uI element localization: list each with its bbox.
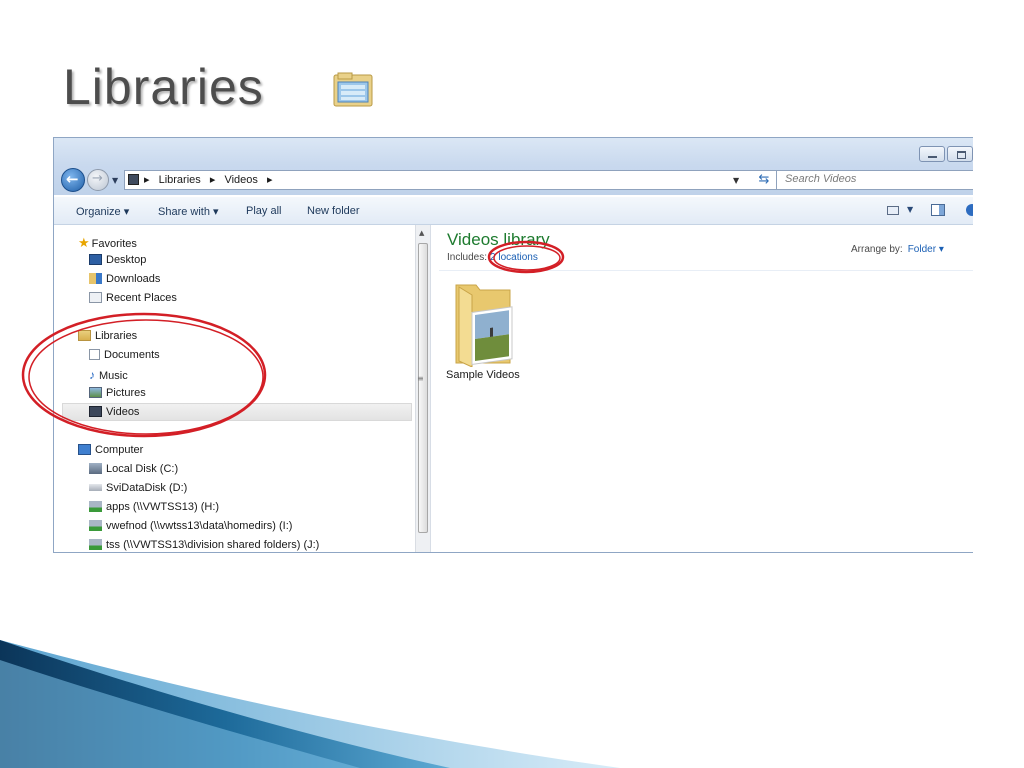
arrange-by: Arrange by: Folder ▾ bbox=[851, 244, 944, 255]
nav-libraries[interactable]: Libraries bbox=[78, 330, 137, 342]
breadcrumb: ▸ Libraries ▸ Videos ▸ bbox=[144, 173, 278, 186]
explorer-window: ▼ ▸ Libraries ▸ Videos ▸ ▼ ⇆ Search Vide… bbox=[53, 137, 973, 553]
minimize-button[interactable] bbox=[919, 146, 945, 162]
back-button[interactable] bbox=[61, 168, 85, 192]
scroll-grip-icon: ≡ bbox=[417, 374, 424, 383]
network-drive-icon bbox=[89, 501, 102, 512]
nav-item-videos[interactable]: Videos bbox=[89, 406, 139, 418]
nav-item-apps-drive[interactable]: apps (\\VWTSS13) (H:) bbox=[89, 501, 219, 513]
nav-item-label: SviDataDisk (D:) bbox=[106, 482, 188, 494]
breadcrumb-arrow-icon[interactable]: ▸ bbox=[210, 174, 216, 186]
refresh-icon[interactable]: ⇆ bbox=[754, 170, 774, 190]
library-folder-icon bbox=[333, 72, 373, 107]
scroll-thumb[interactable] bbox=[418, 243, 428, 533]
libraries-icon bbox=[78, 330, 91, 341]
address-bar[interactable]: ▸ Libraries ▸ Videos ▸ bbox=[124, 170, 782, 190]
pictures-icon bbox=[89, 387, 102, 398]
nav-item-documents[interactable]: Documents bbox=[89, 349, 160, 361]
breadcrumb-videos[interactable]: Videos bbox=[224, 174, 257, 186]
preview-pane-icon[interactable] bbox=[931, 204, 945, 216]
nav-item-label: Music bbox=[99, 370, 128, 382]
organize-button[interactable]: Organize ▾ bbox=[76, 205, 129, 218]
slide-swoosh-decoration bbox=[0, 640, 620, 768]
desktop-icon bbox=[89, 254, 102, 265]
nav-computer[interactable]: Computer bbox=[78, 444, 143, 456]
nav-item-label: Videos bbox=[106, 406, 140, 418]
nav-item-desktop[interactable]: Desktop bbox=[89, 254, 146, 266]
nav-computer-label: Computer bbox=[95, 444, 144, 456]
nav-item-pictures[interactable]: Pictures bbox=[89, 387, 146, 399]
nav-favorites-label: Favorites bbox=[91, 238, 137, 250]
pane-divider[interactable] bbox=[430, 225, 431, 552]
recent-pages-dropdown-icon[interactable]: ▼ bbox=[112, 176, 118, 185]
nav-favorites[interactable]: ★ Favorites bbox=[78, 235, 137, 251]
forward-button[interactable] bbox=[87, 169, 109, 191]
nav-item-label: tss (\\VWTSS13\division shared folders) … bbox=[106, 539, 320, 551]
nav-item-label: vwefnod (\\vwtss13\data\homedirs) (I:) bbox=[106, 520, 293, 532]
nav-item-label: Desktop bbox=[106, 254, 147, 266]
library-title: Videos library bbox=[447, 230, 550, 249]
nav-item-local-disk[interactable]: Local Disk (C:) bbox=[89, 463, 178, 475]
star-icon: ★ bbox=[78, 235, 90, 250]
computer-icon bbox=[78, 444, 91, 455]
nav-item-label: Local Disk (C:) bbox=[106, 463, 179, 475]
arrange-by-dropdown[interactable]: Folder ▾ bbox=[908, 244, 944, 255]
nav-item-tss-drive[interactable]: tss (\\VWTSS13\division shared folders) … bbox=[89, 539, 319, 551]
nav-item-music[interactable]: ♪ Music bbox=[89, 368, 128, 382]
music-icon: ♪ bbox=[89, 368, 95, 382]
recent-places-icon bbox=[89, 292, 102, 303]
locations-link[interactable]: 2 locations bbox=[490, 252, 538, 263]
nav-item-label: Downloads bbox=[106, 273, 161, 285]
folder-label[interactable]: Sample Videos bbox=[446, 369, 520, 381]
includes-label: Includes: bbox=[447, 252, 488, 263]
content-header-separator bbox=[439, 270, 973, 271]
nav-item-label: Documents bbox=[104, 349, 160, 361]
view-options-dropdown-icon[interactable]: ▼ bbox=[907, 205, 913, 214]
scroll-up-icon[interactable]: ▲ bbox=[419, 229, 424, 237]
breadcrumb-arrow-icon[interactable]: ▸ bbox=[144, 174, 150, 186]
downloads-icon bbox=[89, 273, 102, 284]
nav-item-label: Pictures bbox=[106, 387, 146, 399]
drive-icon bbox=[89, 463, 102, 474]
breadcrumb-arrow-icon[interactable]: ▸ bbox=[267, 174, 273, 186]
videos-icon bbox=[89, 406, 102, 417]
caption-buttons bbox=[919, 146, 973, 162]
library-includes: Includes: 2 locations bbox=[447, 252, 538, 263]
share-with-button[interactable]: Share with ▾ bbox=[158, 205, 219, 218]
nav-libraries-label: Libraries bbox=[95, 330, 138, 342]
slide-title: Libraries bbox=[63, 59, 264, 115]
title-bar bbox=[54, 138, 973, 165]
nav-item-recent-places[interactable]: Recent Places bbox=[89, 292, 177, 304]
maximize-button[interactable] bbox=[947, 146, 973, 162]
documents-icon bbox=[89, 349, 100, 360]
change-view-icon[interactable] bbox=[887, 206, 899, 215]
address-dropdown-icon[interactable]: ▼ bbox=[733, 176, 739, 185]
new-folder-button[interactable]: New folder bbox=[307, 205, 360, 217]
nav-scrollbar[interactable]: ▲ ≡ bbox=[415, 225, 430, 552]
video-folder-icon[interactable] bbox=[454, 281, 516, 367]
network-drive-icon bbox=[89, 539, 102, 550]
nav-item-downloads[interactable]: Downloads bbox=[89, 273, 160, 285]
drive-icon bbox=[89, 484, 102, 491]
search-input[interactable]: Search Videos bbox=[776, 170, 973, 190]
network-drive-icon bbox=[89, 520, 102, 531]
nav-item-label: Recent Places bbox=[106, 292, 177, 304]
breadcrumb-libraries[interactable]: Libraries bbox=[159, 174, 201, 186]
nav-item-vwefnod-drive[interactable]: vwefnod (\\vwtss13\data\homedirs) (I:) bbox=[89, 520, 292, 532]
nav-item-label: apps (\\VWTSS13) (H:) bbox=[106, 501, 220, 513]
videos-library-icon bbox=[128, 174, 139, 185]
arrange-by-label: Arrange by: bbox=[851, 244, 903, 255]
navigation-pane: ★ Favorites Desktop Downloads Recent Plac… bbox=[54, 225, 429, 552]
play-all-button[interactable]: Play all bbox=[246, 205, 281, 217]
nav-item-svidatadisk[interactable]: SviDataDisk (D:) bbox=[89, 482, 187, 494]
help-icon[interactable] bbox=[966, 204, 973, 216]
